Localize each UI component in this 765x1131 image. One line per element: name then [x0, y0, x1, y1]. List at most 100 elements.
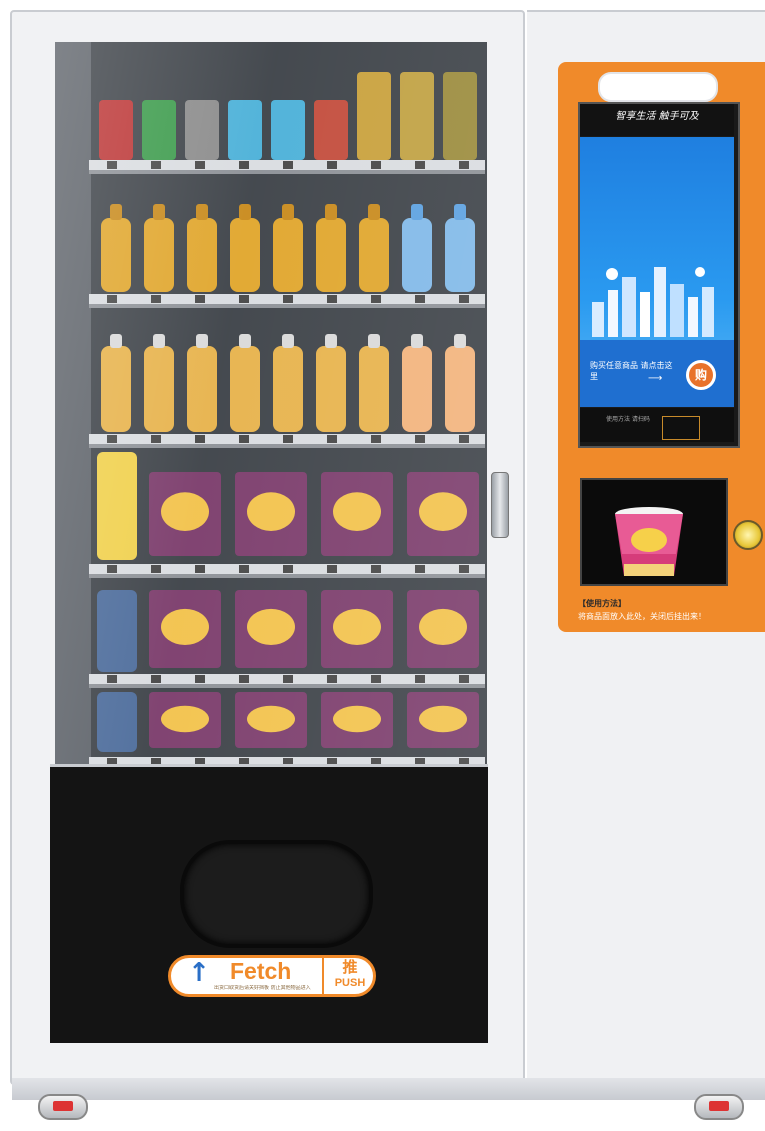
drink-bottle: [316, 218, 346, 292]
fetch-label: Fetch: [230, 958, 292, 984]
up-arrow-icon: ↑: [188, 958, 210, 988]
drink-bottle: [144, 346, 174, 432]
bottle-cap: [153, 334, 165, 348]
price-tag: [327, 161, 337, 169]
snack-pack: [271, 100, 305, 160]
drink-bottle: [445, 218, 475, 292]
price-tag: [371, 675, 381, 683]
shelf-edge-5: [89, 684, 485, 688]
price-tag: [459, 161, 469, 169]
drink-bottle: [359, 218, 389, 292]
snack-pack: [99, 100, 133, 160]
side-item: [97, 452, 137, 560]
city-skyline-illustration: [592, 267, 714, 337]
noodle-cup-image: [615, 507, 683, 576]
noodle-cup-label: [419, 492, 467, 531]
bottle-cap: [282, 204, 294, 220]
bottle-cap: [282, 334, 294, 348]
shelf-edge-1: [89, 170, 485, 174]
price-tag: [239, 435, 249, 443]
fetch-subtext: 出货口取货后请关好挡板 防止其他物品进入: [214, 985, 311, 991]
price-tag: [195, 675, 205, 683]
price-tag: [107, 675, 117, 683]
price-tag: [107, 295, 117, 303]
snack-pack: [443, 72, 477, 160]
price-tag: [151, 161, 161, 169]
door-lock[interactable]: [491, 472, 509, 538]
price-tag: [283, 295, 293, 303]
noodle-cup-label: [247, 705, 295, 733]
price-tag: [415, 675, 425, 683]
push-label-cn: 推: [342, 958, 358, 976]
side-item: [97, 590, 137, 672]
arrow-right-icon: ⟶: [648, 373, 663, 384]
drink-bottle: [230, 346, 260, 432]
price-tag: [107, 435, 117, 443]
drink-bottle: [187, 346, 217, 432]
price-tag: [415, 435, 425, 443]
cabinet-base: [12, 1078, 765, 1100]
qr-code-icon: [662, 416, 700, 440]
price-tag: [371, 435, 381, 443]
price-tag: [151, 435, 161, 443]
price-tag: [283, 435, 293, 443]
price-tag: [415, 295, 425, 303]
drink-bottle: [402, 218, 432, 292]
bottle-cap: [239, 334, 251, 348]
bottle-cap: [454, 334, 466, 348]
instruction-text: 将商品面放入此处，关闭后挂出来！: [578, 612, 706, 621]
card-reader-slot[interactable]: [598, 72, 718, 102]
bottle-cap: [411, 204, 423, 220]
price-tag: [107, 565, 117, 573]
drink-bottle: [101, 346, 131, 432]
drink-bottle: [230, 218, 260, 292]
noodle-cup-label: [247, 492, 295, 531]
instruction-title: 【使用方法】: [578, 599, 626, 608]
coin-return-knob[interactable]: [733, 520, 763, 550]
price-tag: [283, 675, 293, 683]
fetch-divider: [322, 958, 324, 994]
price-tag: [415, 161, 425, 169]
wheel-right: [694, 1094, 744, 1120]
price-tag: [195, 435, 205, 443]
price-tag: [239, 161, 249, 169]
side-rail: [55, 42, 91, 764]
pickup-flap[interactable]: [180, 840, 373, 948]
noodle-cup-label: [333, 705, 381, 733]
bottle-cap: [368, 334, 380, 348]
price-tag: [327, 675, 337, 683]
price-tag: [327, 435, 337, 443]
price-tag: [195, 565, 205, 573]
price-tag: [283, 161, 293, 169]
price-tag: [151, 565, 161, 573]
screen-title: 智享生活 触手可及: [615, 111, 699, 122]
price-tag: [239, 675, 249, 683]
price-tag: [371, 565, 381, 573]
price-tag: [195, 295, 205, 303]
drink-bottle: [402, 346, 432, 432]
drink-bottle: [445, 346, 475, 432]
side-item: [97, 692, 137, 752]
snack-pack: [142, 100, 176, 160]
price-tag: [415, 565, 425, 573]
noodle-cup-label: [247, 608, 295, 645]
bottle-cap: [411, 334, 423, 348]
bottle-cap: [153, 204, 165, 220]
snack-pack: [357, 72, 391, 160]
screen-buy-button[interactable]: 购: [686, 360, 716, 390]
noodle-cup-label: [333, 492, 381, 531]
bottle-cap: [239, 204, 251, 220]
drink-bottle: [273, 346, 303, 432]
product-display-window: [55, 42, 487, 764]
bottle-cap: [325, 204, 337, 220]
drink-bottle: [101, 218, 131, 292]
product-shelves: [55, 42, 487, 764]
bottle-cap: [325, 334, 337, 348]
price-tag: [195, 161, 205, 169]
shelf-edge-4: [89, 574, 485, 578]
noodle-cup-label: [419, 705, 467, 733]
snack-pack: [400, 72, 434, 160]
noodle-cup-label: [333, 608, 381, 645]
snack-pack: [228, 100, 262, 160]
shelf-edge-3: [89, 444, 485, 448]
